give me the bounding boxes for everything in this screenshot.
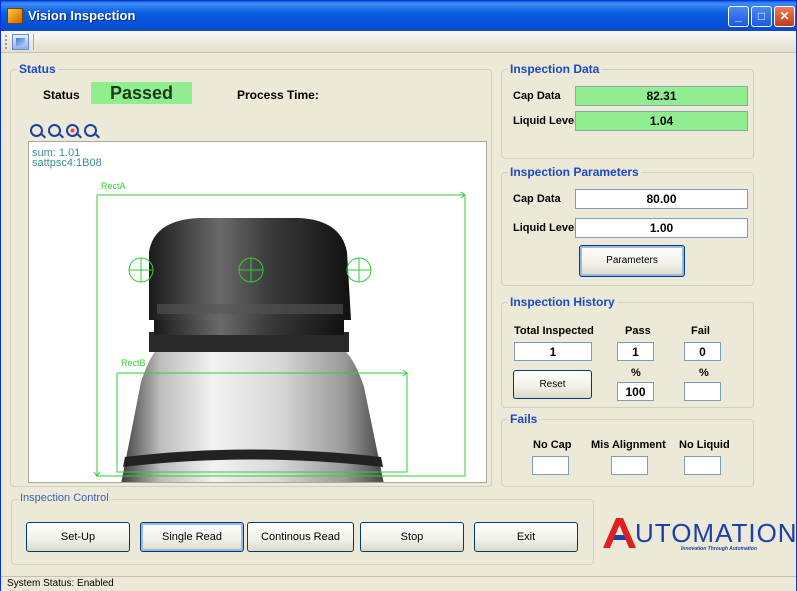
- stop-button[interactable]: Stop: [360, 522, 464, 552]
- fails-group: Fails: [501, 412, 754, 487]
- rect-b-label: RectB: [121, 358, 146, 368]
- status-label: Status: [43, 88, 80, 102]
- fails-legend: Fails: [508, 412, 540, 426]
- system-status-text: System Status: Enabled: [7, 578, 114, 589]
- inspection-image: sum: 1.01 sattpsc4:1B08 RectA RectB: [32, 147, 466, 482]
- logo-text: UTOMATION: [635, 518, 797, 548]
- param-cap-data-input[interactable]: 80.00: [575, 189, 748, 209]
- param-liquid-level-label: Liquid Level: [513, 222, 578, 234]
- title-bar[interactable]: Vision Inspection _ □ ✕: [1, 1, 796, 31]
- rect-a-label: RectA: [101, 181, 126, 191]
- inspection-parameters-legend: Inspection Parameters: [508, 165, 641, 179]
- total-inspected-label: Total Inspected: [514, 325, 594, 337]
- reset-button[interactable]: Reset: [513, 370, 592, 399]
- inspection-control-legend: Inspection Control: [18, 492, 111, 504]
- status-bar: System Status: Enabled: [1, 576, 796, 591]
- pass-count-value: 1: [617, 342, 654, 361]
- window-title: Vision Inspection: [28, 8, 136, 23]
- app-icon: [7, 8, 23, 24]
- param-liquid-level-input[interactable]: 1.00: [575, 218, 748, 238]
- param-cap-data-label: Cap Data: [513, 193, 561, 205]
- cap-data-label: Cap Data: [513, 90, 561, 102]
- main-window: Vision Inspection _ □ ✕ Status Status Pa…: [0, 0, 797, 591]
- toolbar-grip[interactable]: [5, 35, 8, 49]
- process-time-label: Process Time:: [237, 88, 319, 102]
- setup-button[interactable]: Set-Up: [26, 522, 130, 552]
- no-liquid-value: [684, 456, 721, 475]
- status-badge: Passed: [91, 82, 192, 104]
- overlay-value-text: sattpsc4:1B08: [32, 157, 102, 169]
- fail-count-value: 0: [684, 342, 721, 361]
- fail-percent-label: %: [699, 367, 709, 379]
- crosshair-right: [346, 257, 372, 283]
- close-button[interactable]: ✕: [774, 6, 795, 27]
- image-viewer[interactable]: sum: 1.01 sattpsc4:1B08 RectA RectB: [28, 141, 487, 483]
- cap-data-value: 82.31: [575, 86, 748, 106]
- exit-button[interactable]: Exit: [474, 522, 578, 552]
- zoom-fit-icon[interactable]: [30, 124, 43, 137]
- total-inspected-value: 1: [514, 342, 592, 361]
- misalignment-value: [611, 456, 648, 475]
- fail-percent-value: [684, 382, 721, 401]
- automation-logo: UTOMATION Innovation Through Automation: [601, 514, 797, 554]
- zoom-actual-icon[interactable]: [48, 124, 61, 137]
- status-legend: Status: [17, 62, 58, 76]
- inspection-history-legend: Inspection History: [508, 295, 617, 309]
- crosshair-center: [238, 257, 264, 283]
- zoom-in-icon[interactable]: [66, 124, 79, 137]
- continuous-read-button[interactable]: Continous Read: [247, 522, 354, 552]
- misalignment-label: Mis Alignment: [591, 439, 666, 451]
- inspection-data-legend: Inspection Data: [508, 62, 602, 76]
- pass-percent-label: %: [631, 367, 641, 379]
- zoom-out-icon[interactable]: [84, 124, 97, 137]
- logo-a-mark: [603, 518, 636, 548]
- crosshair-left: [128, 257, 154, 283]
- toolbar: [1, 31, 796, 53]
- toolbar-separator: [33, 34, 34, 50]
- minimize-button[interactable]: _: [728, 6, 749, 27]
- single-read-button[interactable]: Single Read: [140, 522, 244, 552]
- pass-label: Pass: [625, 325, 651, 337]
- image-icon[interactable]: [12, 34, 29, 50]
- parameters-button[interactable]: Parameters: [579, 245, 685, 277]
- no-liquid-label: No Liquid: [679, 439, 730, 451]
- zoom-toolbar: [28, 121, 487, 141]
- no-cap-label: No Cap: [533, 439, 572, 451]
- logo-tagline: Innovation Through Automation: [681, 546, 757, 552]
- maximize-button[interactable]: □: [751, 6, 772, 27]
- pass-percent-value: 100: [617, 382, 654, 401]
- fail-label: Fail: [691, 325, 710, 337]
- liquid-level-value: 1.04: [575, 111, 748, 131]
- liquid-level-label: Liquid Level: [513, 115, 578, 127]
- no-cap-value: [532, 456, 569, 475]
